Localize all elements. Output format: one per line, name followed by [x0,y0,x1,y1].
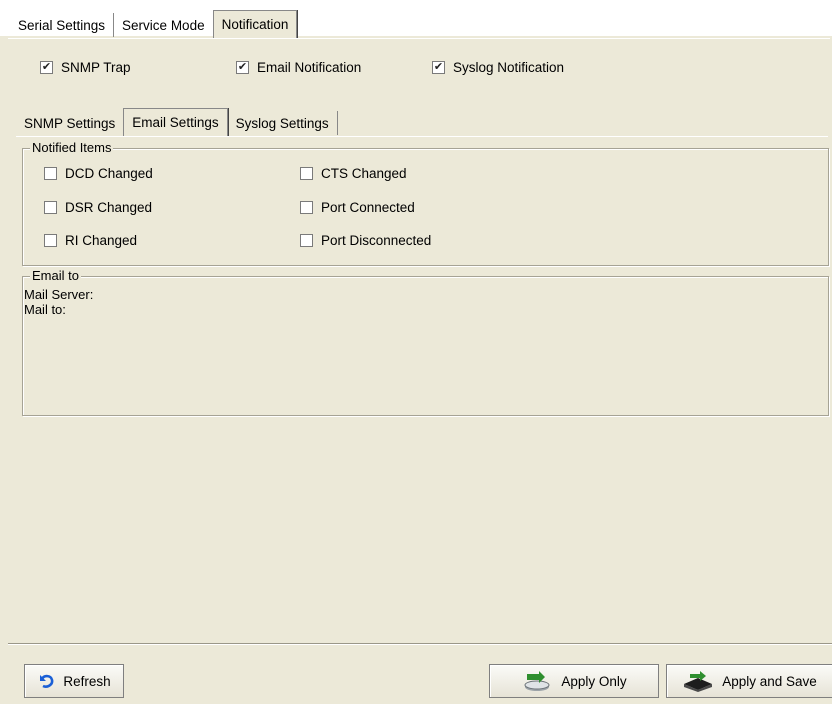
checkbox-box [300,167,313,180]
bottom-separator-highlight [8,644,832,645]
refresh-label: Refresh [63,673,111,689]
tab-service-mode[interactable]: Service Mode [114,13,213,37]
apply-disk-icon [524,671,550,691]
notified-items-legend: Notified Items [30,140,114,155]
check-icon: ✔ [432,61,445,74]
ri-changed-checkbox[interactable]: RI Changed [44,233,137,248]
apply-only-button[interactable]: Apply Only [489,664,659,698]
checkbox-box [44,201,57,214]
sub-tab-panel-edge [16,136,828,137]
ri-changed-label: RI Changed [65,233,138,248]
tab-snmp-settings[interactable]: SNMP Settings [16,111,123,135]
dcd-changed-checkbox[interactable]: DCD Changed [44,166,153,181]
port-disconnected-checkbox[interactable]: Port Disconnected [300,233,431,248]
mail-server-label: Mail Server: [24,287,94,302]
port-connected-label: Port Connected [321,200,415,215]
email-notification-checkbox[interactable]: ✔ Email Notification [236,60,361,75]
dsr-changed-label: DSR Changed [65,200,153,215]
dsr-changed-checkbox[interactable]: DSR Changed [44,200,152,215]
apply-only-label: Apply Only [561,673,627,689]
checkbox-box [44,234,57,247]
snmp-trap-label: SNMP Trap [61,60,131,75]
tab-serial-settings[interactable]: Serial Settings [10,13,115,37]
sub-tab-bar: SNMP Settings Email Settings Syslog Sett… [16,108,338,136]
check-icon: ✔ [40,61,53,74]
main-tab-panel-edge [8,38,830,39]
save-disk-icon [684,671,713,692]
apply-and-save-button[interactable]: Apply and Save [666,664,832,698]
dcd-changed-label: DCD Changed [65,166,153,181]
email-notification-label: Email Notification [257,60,362,75]
email-to-group [22,276,829,416]
syslog-notification-checkbox[interactable]: ✔ Syslog Notification [432,60,564,75]
checkbox-box [300,234,313,247]
tab-email-settings[interactable]: Email Settings [123,108,228,136]
refresh-icon [40,674,54,688]
apply-and-save-label: Apply and Save [722,673,817,689]
email-to-legend: Email to [30,268,81,283]
main-tab-bar: Serial Settings Service Mode Notificatio… [10,10,298,38]
checkbox-box [44,167,57,180]
mail-to-label: Mail to: [24,302,66,317]
tab-syslog-settings[interactable]: Syslog Settings [228,111,338,135]
tab-notification[interactable]: Notification [212,10,298,38]
checkbox-box [300,201,313,214]
cts-changed-label: CTS Changed [321,166,407,181]
port-disconnected-label: Port Disconnected [321,233,432,248]
cts-changed-checkbox[interactable]: CTS Changed [300,166,407,181]
snmp-trap-checkbox[interactable]: ✔ SNMP Trap [40,60,131,75]
syslog-notification-label: Syslog Notification [453,60,565,75]
port-connected-checkbox[interactable]: Port Connected [300,200,415,215]
check-icon: ✔ [236,61,249,74]
refresh-button[interactable]: Refresh [24,664,124,698]
